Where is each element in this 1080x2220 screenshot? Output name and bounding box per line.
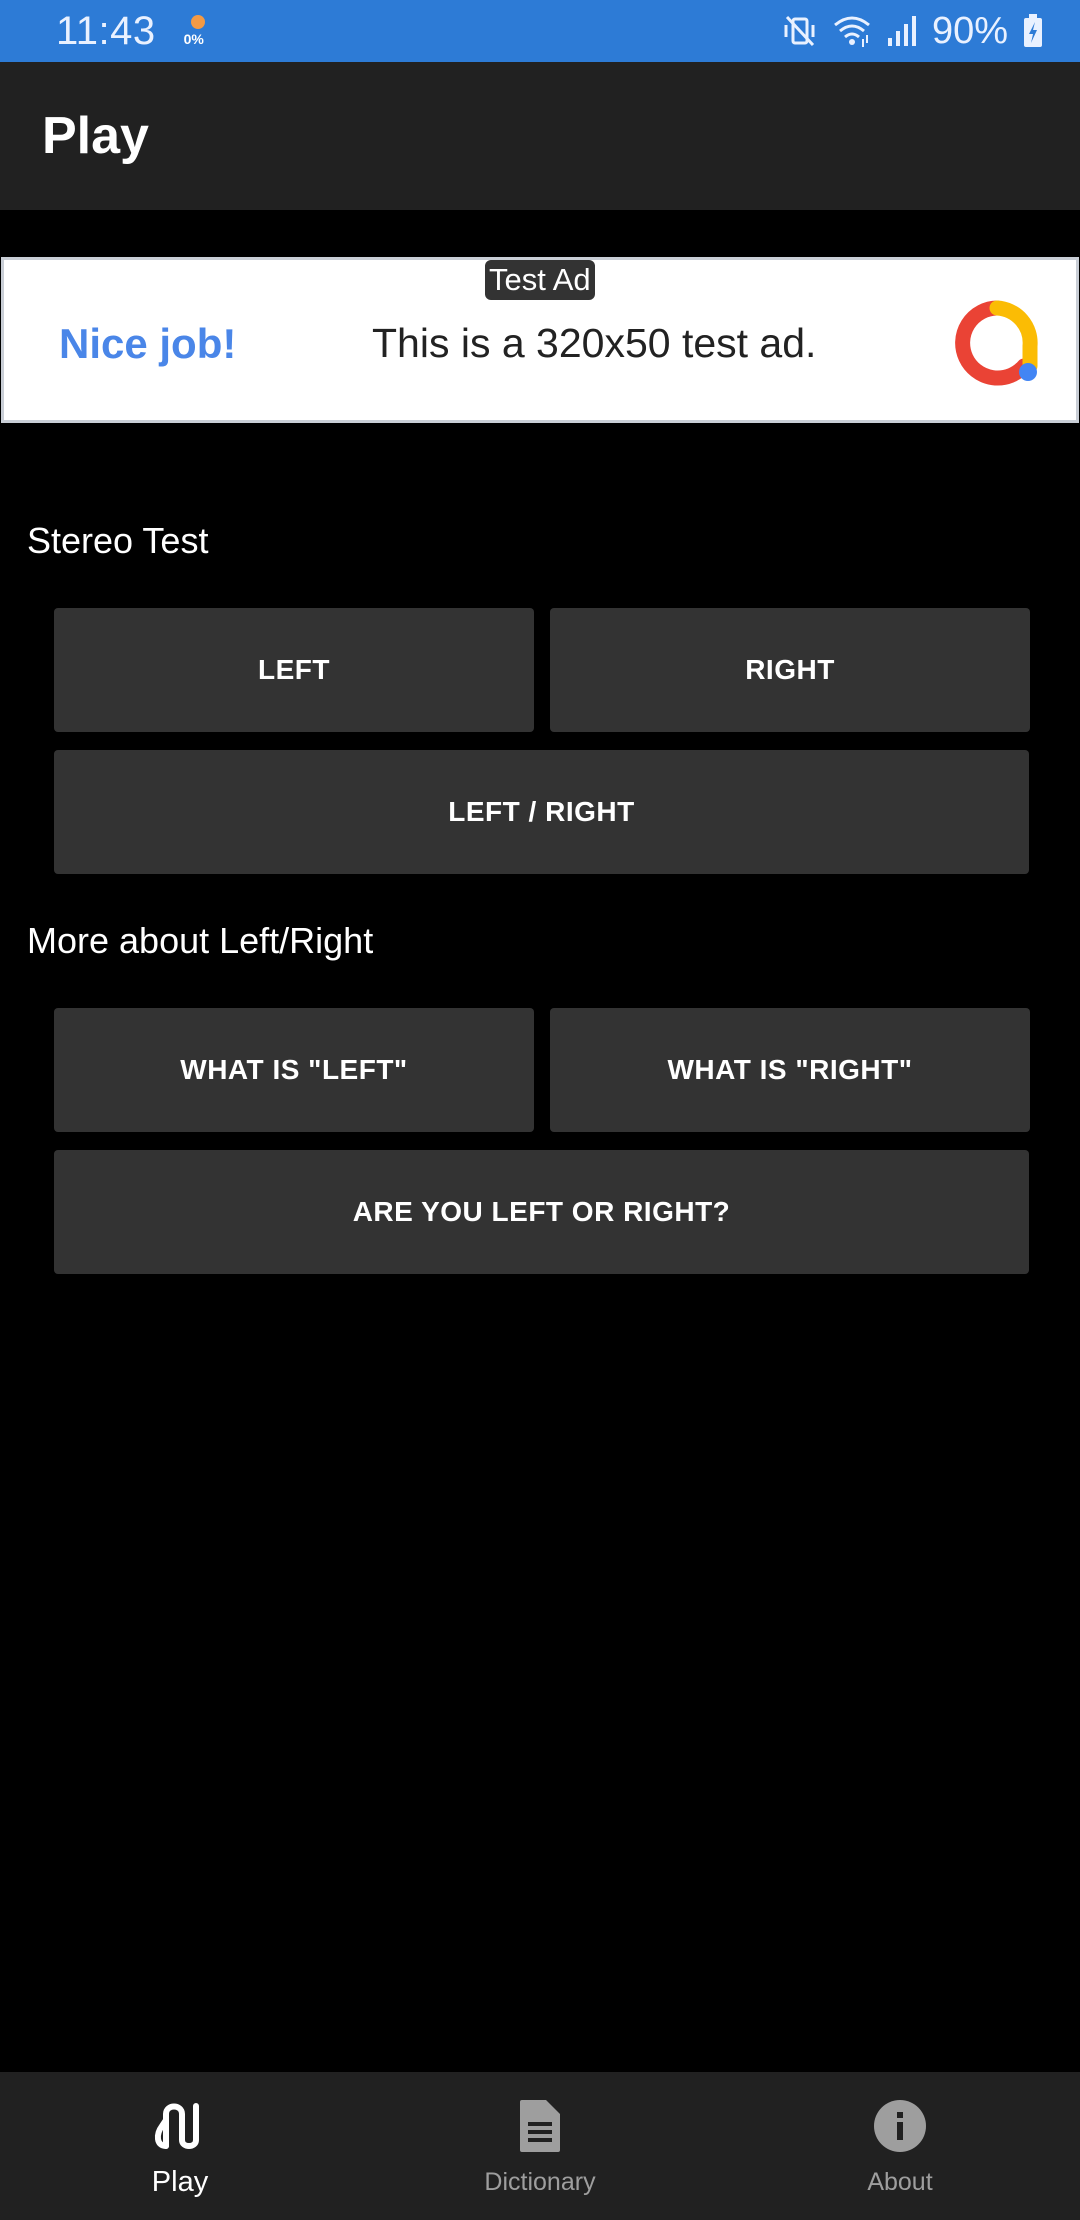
nav-item-about[interactable]: About bbox=[720, 2072, 1080, 2220]
are-you-left-or-right-button[interactable]: ARE YOU LEFT OR RIGHT? bbox=[54, 1150, 1029, 1274]
left-right-button[interactable]: LEFT / RIGHT bbox=[54, 750, 1029, 874]
play-route-icon bbox=[154, 2103, 199, 2149]
status-time: 11:43 bbox=[56, 8, 156, 53]
nav-label-about: About bbox=[867, 2168, 933, 2196]
document-icon bbox=[520, 2100, 560, 2152]
ad-body-text: This is a 320x50 test ad. bbox=[372, 320, 817, 366]
admob-logo-icon bbox=[955, 300, 1038, 386]
test-ad-badge: Test Ad bbox=[485, 260, 595, 300]
more-about-heading: More about Left/Right bbox=[27, 920, 374, 961]
status-bar: 11:43 0% 90% bbox=[0, 0, 1080, 62]
notification-percent: 0% bbox=[183, 31, 204, 47]
info-icon bbox=[874, 2100, 926, 2152]
what-is-right-button[interactable]: WHAT IS "RIGHT" bbox=[550, 1008, 1030, 1132]
stereo-test-heading: Stereo Test bbox=[27, 520, 209, 561]
battery-percent: 90% bbox=[931, 9, 1008, 52]
wifi-icon bbox=[833, 16, 870, 47]
ad-headline: Nice job! bbox=[59, 320, 237, 367]
left-button[interactable]: LEFT bbox=[54, 608, 534, 732]
page-title: Play bbox=[42, 107, 149, 165]
nav-item-dictionary[interactable]: Dictionary bbox=[360, 2072, 720, 2220]
mute-vibrate-icon bbox=[784, 15, 815, 47]
what-is-left-button[interactable]: WHAT IS "LEFT" bbox=[54, 1008, 534, 1132]
battery-charging-icon bbox=[1024, 14, 1042, 47]
nav-label-play: Play bbox=[151, 2166, 209, 2198]
nav-item-play[interactable]: Play bbox=[0, 2072, 360, 2220]
signal-icon bbox=[887, 16, 916, 46]
app-bar: Play bbox=[0, 62, 1080, 210]
right-button[interactable]: RIGHT bbox=[550, 608, 1030, 732]
test-ad-banner[interactable]: Test Ad Nice job! This is a 320x50 test … bbox=[1, 257, 1079, 423]
notification-icon: 0% bbox=[184, 11, 214, 51]
bottom-navigation: Play Dictionary About bbox=[0, 2072, 1080, 2220]
status-icons: 90% bbox=[782, 10, 1044, 53]
nav-label-dictionary: Dictionary bbox=[484, 2168, 596, 2196]
